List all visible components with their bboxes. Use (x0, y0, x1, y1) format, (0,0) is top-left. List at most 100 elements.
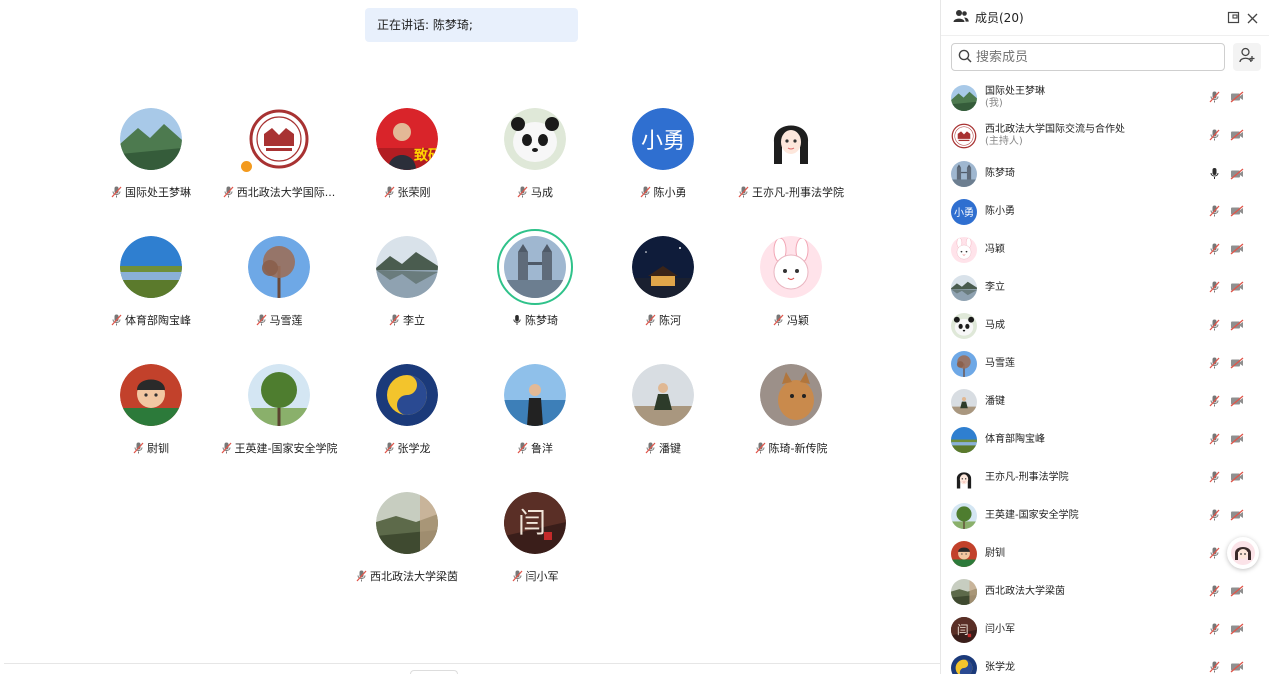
participant-tile[interactable]: 陈琦-新传院 (727, 364, 855, 492)
participant-name: 陈琦-新传院 (768, 442, 828, 455)
mic-muted-icon[interactable] (1209, 547, 1220, 559)
member-text: 冯颖 (985, 244, 1005, 256)
camera-off-icon[interactable] (1230, 661, 1244, 673)
member-list-item[interactable]: 小勇小勇陈小勇 (941, 193, 1269, 231)
camera-off-icon[interactable] (1230, 129, 1244, 141)
mic-muted-icon[interactable] (1209, 205, 1220, 217)
member-status-icons (1209, 357, 1244, 369)
mic-muted-icon[interactable] (1209, 357, 1220, 369)
camera-off-icon[interactable] (1230, 357, 1244, 369)
toolbar-handle[interactable] (410, 670, 458, 674)
participant-tile[interactable]: 马成 (471, 108, 599, 236)
participant-row: 尉钏 王英建-国家安全学院 张学龙 鲁洋 潘键 陈琦-新传院 (87, 364, 987, 492)
camera-off-icon[interactable] (1230, 281, 1244, 293)
mic-icon[interactable] (1209, 167, 1220, 180)
member-text: 西北政法大学国际交流与合作处 (主持人) (985, 124, 1125, 148)
camera-off-icon[interactable] (1230, 205, 1244, 217)
participant-tile[interactable]: 李立 (343, 236, 471, 364)
person-seaside-avatar (504, 364, 566, 426)
participant-tile[interactable]: 陈河 (599, 236, 727, 364)
participant-name-row: 冯颖 (773, 312, 809, 328)
mic-muted-icon[interactable] (1209, 433, 1220, 445)
member-search-box[interactable] (951, 43, 1226, 71)
mic-muted-icon[interactable] (1209, 129, 1220, 141)
mic-muted-icon[interactable] (1209, 585, 1220, 597)
member-list-item[interactable]: 潘键 (941, 383, 1269, 421)
member-name: 张学龙 (985, 662, 1015, 673)
participant-name: 李立 (403, 314, 425, 327)
participant-tile[interactable]: 体育部陶宝峰 (87, 236, 215, 364)
search-icon (958, 48, 972, 67)
camera-off-icon[interactable] (1230, 623, 1244, 635)
member-status-icons (1209, 433, 1244, 445)
member-search-input[interactable] (976, 49, 1216, 65)
close-icon[interactable] (1246, 10, 1260, 24)
member-list-item[interactable]: 西北政法大学国际交流与合作处 (主持人) (941, 117, 1269, 155)
mic-muted-icon (221, 442, 232, 454)
member-list-item[interactable]: 国际处王梦琳 (我) (941, 79, 1269, 117)
floating-assistant-avatar[interactable] (1227, 537, 1259, 569)
member-list-item[interactable]: 尉钏 (941, 535, 1269, 573)
mic-muted-icon (133, 442, 144, 454)
participant-tile[interactable]: 陈梦琦 (471, 229, 599, 364)
participant-row: 体育部陶宝峰 马雪莲 李立 陈梦琦 陈河 冯颖 (87, 229, 987, 364)
tower-bridge-avatar (951, 161, 977, 187)
host-badge-icon (240, 160, 253, 173)
member-name: 尉钏 (985, 548, 1005, 559)
mic-muted-icon[interactable] (1209, 623, 1220, 635)
member-list-item[interactable]: 王英建-国家安全学院 (941, 497, 1269, 535)
popout-icon[interactable] (1227, 10, 1241, 24)
member-name: 潘键 (985, 396, 1005, 407)
mic-muted-icon[interactable] (1209, 661, 1220, 673)
camera-off-icon[interactable] (1230, 585, 1244, 597)
camera-off-icon[interactable] (1230, 471, 1244, 483)
participant-tile[interactable]: 尉钏 (87, 364, 215, 492)
camera-off-icon[interactable] (1230, 243, 1244, 255)
participant-tile[interactable]: 冯颖 (727, 236, 855, 364)
participant-tile[interactable]: 闫闫小军 (471, 492, 599, 620)
member-list-item[interactable]: 闫 闫小军 (941, 611, 1269, 649)
member-role: (我) (985, 98, 1003, 109)
mic-muted-icon[interactable] (1209, 509, 1220, 521)
participant-tile[interactable]: 马雪莲 (215, 236, 343, 364)
participant-tile[interactable]: 国际处王梦琳 (87, 108, 215, 236)
mic-muted-icon[interactable] (1209, 91, 1220, 103)
member-list-item[interactable]: 西北政法大学梁茵 (941, 573, 1269, 611)
member-list-item[interactable]: 马雪莲 (941, 345, 1269, 383)
participant-tile[interactable]: 致研 张荣刚 (343, 108, 471, 236)
participant-tile[interactable]: 张学龙 (343, 364, 471, 492)
participant-tile[interactable]: 西北政法大学梁茵 (343, 492, 471, 620)
camera-off-icon[interactable] (1230, 509, 1244, 521)
member-name: 李立 (985, 282, 1005, 293)
member-list-item[interactable]: 冯颖 (941, 231, 1269, 269)
participant-name-row: 陈小勇 (640, 184, 687, 200)
mic-muted-icon[interactable] (1209, 319, 1220, 331)
camera-off-icon[interactable] (1230, 91, 1244, 103)
participant-tile[interactable]: 王英建-国家安全学院 (215, 364, 343, 492)
member-list-item[interactable]: 李立 (941, 269, 1269, 307)
member-list-item[interactable]: 张学龙 (941, 649, 1269, 674)
mic-muted-icon[interactable] (1209, 243, 1220, 255)
svg-text:闫: 闫 (957, 623, 969, 637)
participant-tile[interactable]: 小勇小勇陈小勇 (599, 108, 727, 236)
invite-member-button[interactable] (1233, 43, 1261, 71)
participant-name: 尉钏 (147, 442, 169, 455)
camera-off-icon[interactable] (1230, 395, 1244, 407)
mic-muted-icon[interactable] (1209, 281, 1220, 293)
camera-off-icon[interactable] (1230, 319, 1244, 331)
mic-muted-icon[interactable] (1209, 395, 1220, 407)
camera-off-icon[interactable] (1230, 168, 1244, 180)
member-list-item[interactable]: 王亦凡-刑事法学院 (941, 459, 1269, 497)
participant-tile[interactable]: 王亦凡-刑事法学院 (727, 108, 855, 236)
participant-tile[interactable]: 潘键 (599, 364, 727, 492)
member-status-icons (1209, 319, 1244, 331)
member-list-item[interactable]: 陈梦琦 (941, 155, 1269, 193)
member-list-item[interactable]: 体育部陶宝峰 (941, 421, 1269, 459)
participant-name: 国际处王梦琳 (125, 186, 191, 199)
participant-tile[interactable]: 西北政法大学国际... (215, 108, 343, 236)
calligraphy-avatar: 闫 (504, 492, 566, 554)
member-list-item[interactable]: 马成 (941, 307, 1269, 345)
camera-off-icon[interactable] (1230, 433, 1244, 445)
mic-muted-icon[interactable] (1209, 471, 1220, 483)
participant-tile[interactable]: 鲁洋 (471, 364, 599, 492)
